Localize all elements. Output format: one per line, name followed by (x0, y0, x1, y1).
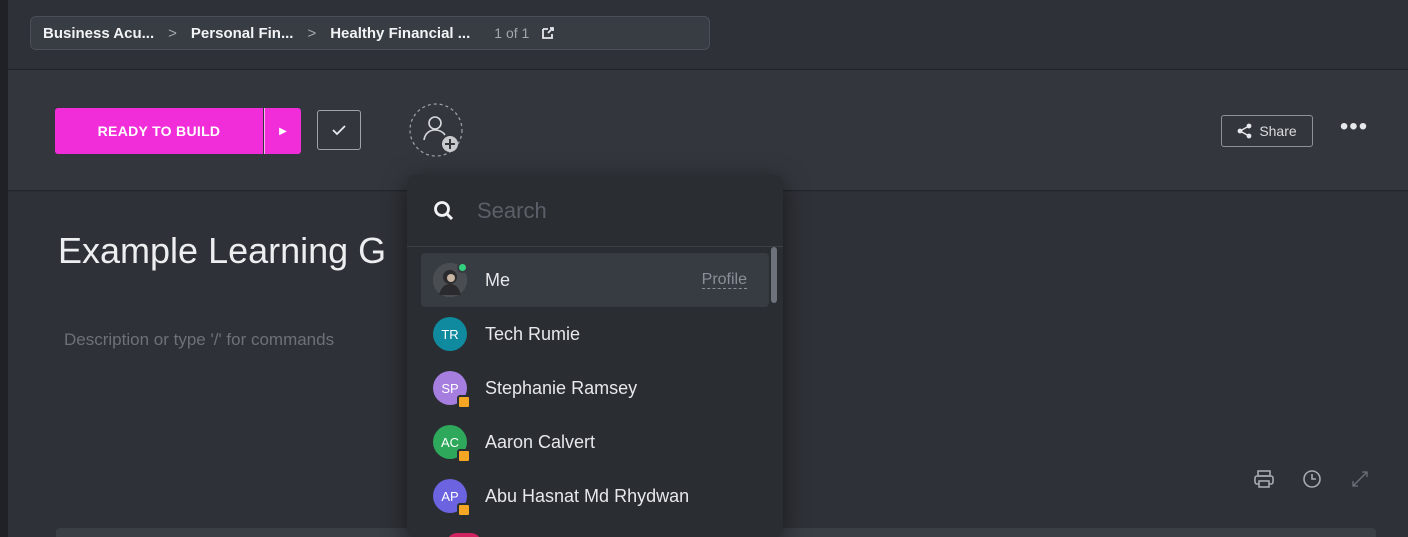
task-header: READY TO BUILD ▶ Share ••• (8, 70, 1408, 191)
next-status-arrow-icon[interactable]: ▶ (264, 108, 301, 154)
task-tools (1253, 468, 1371, 490)
top-bar: Business Acu... > Personal Fin... > Heal… (8, 0, 1408, 70)
member-item[interactable]: TR Tech Rumie (421, 307, 769, 361)
history-icon[interactable] (1301, 468, 1323, 490)
search-input[interactable] (477, 197, 747, 224)
member-name: Tech Rumie (485, 323, 581, 344)
avatar (447, 533, 481, 537)
avatar-initials: TR (441, 326, 459, 342)
member-item[interactable]: SP Stephanie Ramsey (421, 361, 769, 415)
breadcrumb-separator: > (307, 24, 317, 42)
status-button[interactable]: READY TO BUILD ▶ (55, 108, 301, 154)
guest-badge (457, 503, 471, 517)
assignee-dropdown: Me Profile TR Tech Rumie SP Stephanie Ra… (407, 175, 783, 537)
breadcrumb-item-2[interactable]: Personal Fin... (191, 25, 294, 42)
add-user-icon (409, 103, 463, 157)
breadcrumb-separator: > (168, 24, 177, 42)
guest-badge (457, 395, 471, 409)
task-title[interactable]: Example Learning G (58, 230, 398, 272)
add-assignee-button[interactable] (408, 102, 468, 162)
avatar-initials: AC (440, 434, 460, 450)
member-name: Abu Hasnat Md Rhydwan (485, 485, 690, 506)
avatar (433, 262, 468, 297)
breadcrumb-item-3[interactable]: Healthy Financial ... (330, 25, 470, 42)
print-icon[interactable] (1253, 468, 1275, 490)
profile-link[interactable]: Profile (701, 271, 747, 289)
share-label: Share (1259, 123, 1297, 139)
expand-icon[interactable] (1349, 468, 1371, 490)
member-name: Aaron Calvert (485, 431, 596, 452)
description-field[interactable]: Description or type '/' for commands (64, 330, 404, 350)
avatar-initials: SP (441, 380, 459, 396)
share-icon (1237, 123, 1252, 139)
avatar-initials: AP (441, 488, 459, 504)
breadcrumb: Business Acu... > Personal Fin... > Heal… (30, 16, 710, 50)
checkmark-icon (332, 125, 346, 136)
member-list: Me Profile TR Tech Rumie SP Stephanie Ra… (407, 247, 783, 523)
avatar: AC (433, 425, 471, 463)
search-icon (434, 200, 454, 220)
breadcrumb-item-1[interactable]: Business Acu... (43, 25, 154, 42)
member-item[interactable]: AC Aaron Calvert (421, 415, 769, 469)
share-button[interactable]: Share (1221, 115, 1313, 147)
avatar: SP (433, 371, 471, 409)
member-name: Me (485, 269, 511, 290)
avatar: TR (433, 317, 467, 351)
member-item[interactable]: AP Abu Hasnat Md Rhydwan (421, 469, 769, 523)
mark-complete-button[interactable] (317, 110, 361, 150)
task-count: 1 of 1 (494, 25, 530, 41)
left-edge (0, 0, 8, 537)
search-row (407, 175, 783, 247)
more-options-button[interactable]: ••• (1338, 115, 1370, 142)
member-item-me[interactable]: Me Profile (421, 253, 769, 307)
online-indicator (457, 262, 468, 273)
open-in-new-icon[interactable] (541, 26, 555, 40)
status-label[interactable]: READY TO BUILD (55, 108, 263, 154)
avatar: AP (433, 479, 471, 517)
member-name: Stephanie Ramsey (485, 377, 638, 398)
guest-badge (457, 449, 471, 463)
scrollbar[interactable] (771, 247, 777, 303)
